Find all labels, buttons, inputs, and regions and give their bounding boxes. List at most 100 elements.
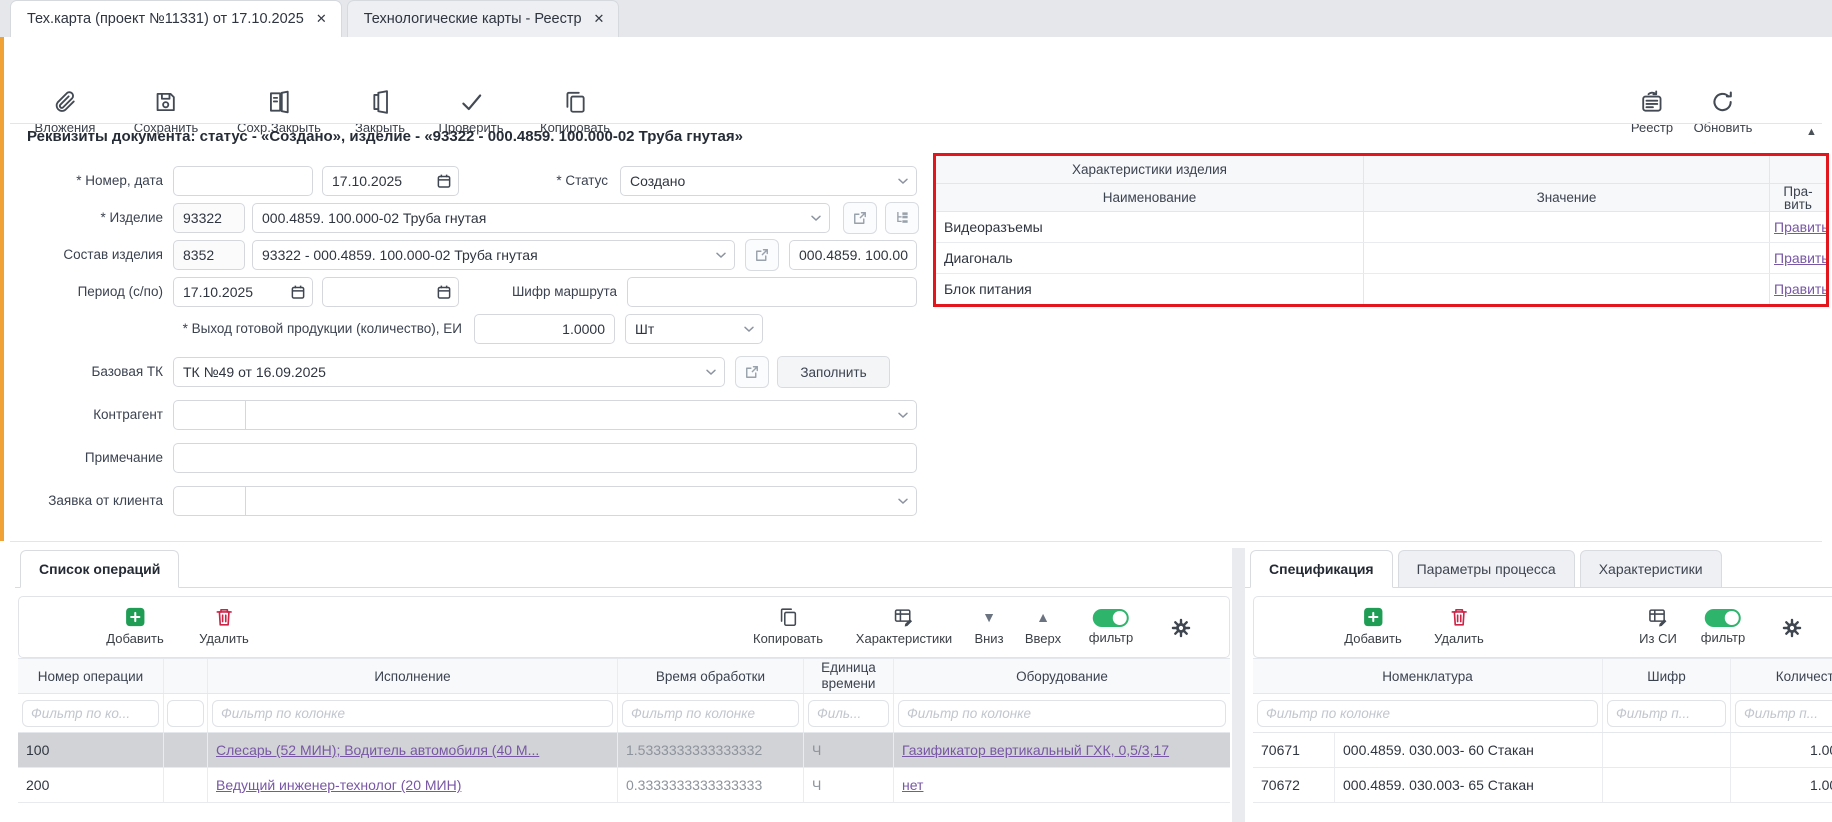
filter-input[interactable] [808,700,889,727]
table-row[interactable]: 100 Слесарь (52 МИН); Водитель автомобил… [18,733,1230,768]
open-in-new-icon [851,209,869,227]
open-base-tk-button[interactable] [735,356,769,388]
column-header-processing-time[interactable]: Время обработки [618,659,804,693]
table-row[interactable]: 200 Ведущий инженер-технолог (20 МИН) 0.… [18,768,1230,803]
filter-input[interactable] [212,700,613,727]
date-input[interactable]: 17.10.2025 [322,166,459,196]
filter-input[interactable] [1735,700,1832,727]
column-header-quantity[interactable]: Количество [1731,659,1832,693]
edit-link[interactable]: Править [1774,281,1826,297]
column-header-cipher[interactable]: Шифр [1603,659,1731,693]
delete-operation-button[interactable]: Удалить [199,606,249,646]
base-tk-select[interactable]: ТК №49 от 16.09.2025 [173,357,725,387]
close-icon[interactable]: ✕ [316,11,327,27]
tab-registry[interactable]: Технологические карты - Реестр ✕ [347,0,620,37]
add-spec-button[interactable]: Добавить [1344,606,1401,646]
composition-code-input[interactable]: 8352 [173,240,245,270]
filter-input[interactable] [22,700,159,727]
column-header-equipment[interactable]: Оборудование [894,659,1230,693]
column-header-execution[interactable]: Исполнение [208,659,618,693]
collapse-section-icon[interactable]: ▲ [1806,126,1817,138]
add-operation-button[interactable]: Добавить [106,606,163,646]
move-down-button[interactable]: ▼ Вниз [974,606,1003,646]
output-quantity-input[interactable]: 1.0000 [474,314,615,344]
spec-filter-toggle[interactable]: фильтр [1701,606,1745,645]
table-row[interactable]: Диагональ Править [936,243,1826,274]
edit-link[interactable]: Править [1774,219,1826,235]
characteristic-value[interactable] [1364,243,1770,273]
note-input[interactable] [173,443,917,473]
output-unit-select[interactable]: Шт [625,314,763,344]
open-composition-button[interactable] [745,239,779,271]
column-header-operation-number[interactable]: Номер операции [18,659,164,693]
table-row[interactable]: Видеоразъемы Править [936,212,1826,243]
execution-link[interactable]: Ведущий инженер-технолог (20 МИН) [216,777,461,793]
filter-input[interactable] [898,700,1226,727]
registry-button[interactable]: Реестр [1631,89,1673,135]
filter-input[interactable] [1257,700,1598,727]
operations-settings-button[interactable] [1170,617,1192,639]
characteristic-value[interactable] [1364,274,1770,304]
number-input[interactable] [173,166,313,196]
filter-input[interactable] [167,700,204,727]
table-row[interactable]: 70672 000.4859. 030.003- 65 Стакан 1.000 [1253,768,1832,803]
tab-process-parameters[interactable]: Параметры процесса [1398,550,1575,588]
add-icon [1362,606,1384,628]
table-edit-icon [893,606,915,628]
app-window: Тех.карта (проект №11331) от 17.10.2025 … [0,0,1832,822]
composition-extra-input[interactable]: 000.4859. 100.00 [789,240,917,270]
filter-input[interactable] [1607,700,1726,727]
move-up-button[interactable]: ▲ Вверх [1025,606,1061,646]
close-icon[interactable]: ✕ [594,11,605,27]
panel-splitter[interactable] [1232,548,1245,822]
fill-button[interactable]: Заполнить [777,356,890,388]
filter-toggle[interactable]: фильтр [1089,606,1133,645]
open-product-button[interactable] [843,202,877,234]
table-row[interactable]: Блок питания Править [936,274,1826,304]
copy-icon [562,89,588,115]
column-header-nomenclature[interactable]: Номенклатура [1253,659,1603,693]
contractor-label: Контрагент [0,407,163,422]
product-select[interactable]: 000.4859. 100.000-02 Труба гнутая [252,203,830,233]
toggle-on-icon[interactable] [1705,609,1741,627]
operation-characteristics-button[interactable]: Характеристики [856,606,952,646]
edit-link[interactable]: Править [1774,250,1826,266]
nomenclature-name: 000.4859. 030.003- 60 Стакан [1335,733,1603,767]
tab-operations-list[interactable]: Список операций [20,550,179,588]
toggle-on-icon[interactable] [1093,609,1129,627]
spec-settings-button[interactable] [1781,617,1803,639]
main-toolbar: Вложения Сохранить Сохр.Закрыть Закрыть … [0,37,1832,115]
specification-toolbar: Добавить Удалить Из СИ фильтр [1253,596,1832,658]
characteristic-value[interactable] [1364,212,1770,242]
window-tab-bar: Тех.карта (проект №11331) от 17.10.2025 … [0,0,1832,37]
contractor-select[interactable] [173,400,917,430]
equipment-link[interactable]: нет [902,777,923,793]
execution-link[interactable]: Слесарь (52 МИН); Водитель автомобиля (4… [216,742,539,758]
status-select[interactable]: Создано [620,166,917,196]
route-code-input[interactable] [627,277,917,307]
product-code-input[interactable]: 93322 [173,203,245,233]
product-tree-button[interactable] [885,202,919,234]
composition-select[interactable]: 93322 - 000.4859. 100.000-02 Труба гнута… [252,240,735,270]
client-request-select[interactable] [173,486,917,516]
period-to-input[interactable] [322,277,459,307]
delete-spec-button[interactable]: Удалить [1434,606,1484,646]
column-header-time-unit[interactable]: Единица времени [812,660,885,692]
operations-table: Номер операции Исполнение Время обработк… [18,658,1230,822]
filter-input[interactable] [622,700,799,727]
time-unit: Ч [804,733,894,767]
table-row[interactable]: 70671 000.4859. 030.003- 60 Стакан 1.000 [1253,733,1832,768]
refresh-button[interactable]: Обновить [1694,89,1753,135]
open-in-new-icon [753,246,771,264]
tab-specification[interactable]: Спецификация [1250,550,1393,588]
tab-characteristics[interactable]: Характеристики [1580,550,1722,588]
copy-operation-button[interactable]: Копировать [753,606,823,646]
from-si-button[interactable]: Из СИ [1639,606,1677,646]
period-from-input[interactable]: 17.10.2025 [173,277,313,307]
product-characteristics-panel: Характеристики изделия Наименование Знач… [933,153,1829,307]
client-request-code-cell[interactable] [174,487,246,515]
calendar-icon[interactable] [284,283,312,301]
contractor-code-cell[interactable] [174,401,246,429]
equipment-link[interactable]: Газификатор вертикальный ГХК, 0,5/3,17 [902,742,1169,758]
tab-techcard[interactable]: Тех.карта (проект №11331) от 17.10.2025 … [10,0,342,37]
